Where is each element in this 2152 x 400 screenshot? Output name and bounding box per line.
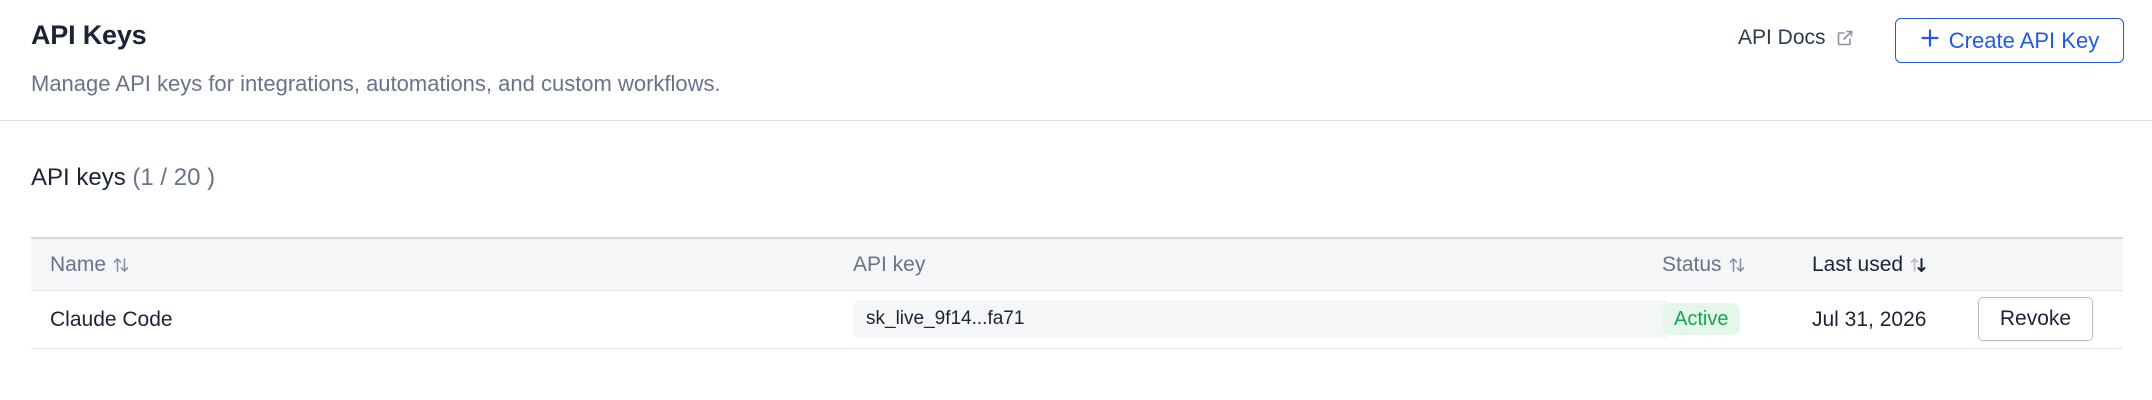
column-header-name[interactable]: Name [50,239,130,291]
page-header: API Keys Manage API keys for integration… [0,0,2152,121]
column-header-last-used[interactable]: Last used [1812,239,1927,291]
last-used-date: Jul 31, 2026 [1812,307,1927,331]
api-key-value: sk_live_9f14...fa71 [853,300,1671,338]
sort-icon [112,256,130,274]
section-title: API keys (1 / 20 ) [31,164,215,192]
create-api-key-button[interactable]: Create API Key [1895,18,2124,63]
section-title-label: API keys [31,164,126,191]
revoke-button[interactable]: Revoke [1978,297,2093,341]
column-header-label: Name [50,253,107,276]
plus-icon [1920,28,1940,54]
page-subtitle: Manage API keys for integrations, automa… [31,71,721,96]
api-docs-link[interactable]: API Docs [1738,26,1854,50]
column-header-status[interactable]: Status [1662,239,1746,291]
sort-descending-icon [1909,256,1927,274]
table-row: Claude Code sk_live_9f14...fa71 Active J… [31,291,2123,349]
api-docs-label: API Docs [1738,26,1826,49]
column-header-label: API key [853,253,926,276]
column-header-api-key: API key [853,239,925,291]
status-badge: Active [1662,303,1741,335]
external-link-icon [1836,29,1854,47]
page-title: API Keys [31,20,147,50]
api-key-count: (1 / 20 ) [132,164,216,191]
column-header-label: Status [1662,253,1722,276]
sort-icon [1728,256,1746,274]
api-keys-table: Name API key Status Last used Claude Cod… [31,237,2123,349]
create-api-key-label: Create API Key [1948,27,2100,53]
table-header: Name API key Status Last used [31,237,2123,291]
column-header-label: Last used [1812,253,1904,276]
key-name: Claude Code [50,307,173,331]
